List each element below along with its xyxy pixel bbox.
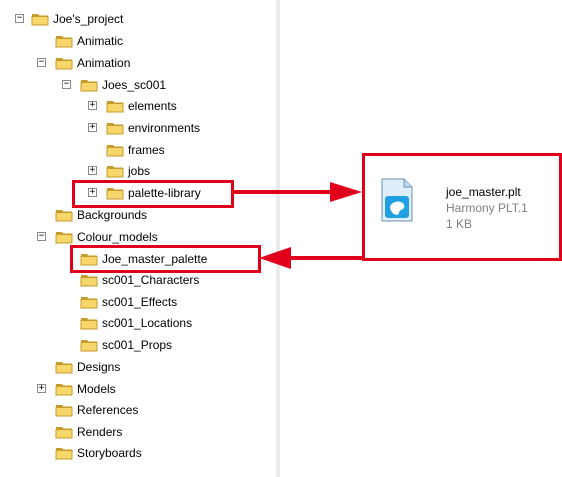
expand-elements-icon[interactable]: + <box>88 101 97 110</box>
tree-item-joes-sc001[interactable]: Joes_sc001 <box>102 78 166 92</box>
tree-item-colour-models[interactable]: Colour_models <box>77 230 158 244</box>
collapse-animation-icon[interactable]: − <box>37 58 46 67</box>
folder-icon <box>55 403 73 417</box>
expand-jobs-icon[interactable]: + <box>88 166 97 175</box>
expand-models-icon[interactable]: + <box>37 384 46 393</box>
arrow-right-icon <box>234 182 362 202</box>
tree-item-jobs[interactable]: jobs <box>128 164 150 178</box>
tree-item-renders[interactable]: Renders <box>77 425 122 439</box>
folder-icon <box>106 99 124 113</box>
folder-icon <box>55 208 73 222</box>
pane-divider[interactable] <box>276 0 280 477</box>
collapse-joes-project-icon[interactable]: − <box>15 14 24 23</box>
folder-icon <box>31 12 49 26</box>
folder-icon <box>55 230 73 244</box>
tree-item-elements[interactable]: elements <box>128 99 177 113</box>
tree-item-frames[interactable]: frames <box>128 143 165 157</box>
folder-tree: − Joe's_project Animatic − Animation − Joe… <box>0 0 276 477</box>
tree-item-joes-project[interactable]: Joe's_project <box>53 12 123 26</box>
collapse-colour-models-icon[interactable]: − <box>37 232 46 241</box>
folder-icon <box>55 425 73 439</box>
folder-icon <box>80 295 98 309</box>
arrow-left-icon <box>259 247 363 269</box>
tree-item-designs[interactable]: Designs <box>77 360 120 374</box>
folder-icon <box>80 316 98 330</box>
joe-master-palette-highlight <box>70 245 261 273</box>
collapse-joes-sc001-icon[interactable]: − <box>62 80 71 89</box>
folder-icon <box>106 143 124 157</box>
file-name: joe_master.plt <box>446 185 521 199</box>
folder-icon <box>80 273 98 287</box>
folder-icon <box>55 56 73 70</box>
folder-icon <box>55 382 73 396</box>
folder-icon <box>55 446 73 460</box>
file-size: 1 KB <box>446 217 473 231</box>
tree-item-animatic[interactable]: Animatic <box>77 34 123 48</box>
file-item[interactable]: joe_master.plt Harmony PLT.1 1 KB <box>376 168 556 248</box>
tree-item-sc001-effects[interactable]: sc001_Effects <box>102 295 177 309</box>
palette-file-icon <box>381 178 413 222</box>
palette-library-highlight <box>72 180 234 208</box>
tree-item-storyboards[interactable]: Storyboards <box>77 446 142 460</box>
tree-item-references[interactable]: References <box>77 403 138 417</box>
folder-icon <box>80 338 98 352</box>
tree-item-sc001-locations[interactable]: sc001_Locations <box>102 316 192 330</box>
folder-icon <box>80 78 98 92</box>
file-type: Harmony PLT.1 <box>446 201 528 215</box>
folder-icon <box>106 121 124 135</box>
expand-environments-icon[interactable]: + <box>88 123 97 132</box>
tree-item-sc001-characters[interactable]: sc001_Characters <box>102 273 199 287</box>
tree-item-animation[interactable]: Animation <box>77 56 130 70</box>
folder-icon <box>55 34 73 48</box>
folder-icon <box>55 360 73 374</box>
tree-item-environments[interactable]: environments <box>128 121 200 135</box>
tree-item-models[interactable]: Models <box>77 382 116 396</box>
folder-icon <box>106 164 124 178</box>
tree-item-backgrounds[interactable]: Backgrounds <box>77 208 147 222</box>
tree-item-sc001-props[interactable]: sc001_Props <box>102 338 172 352</box>
